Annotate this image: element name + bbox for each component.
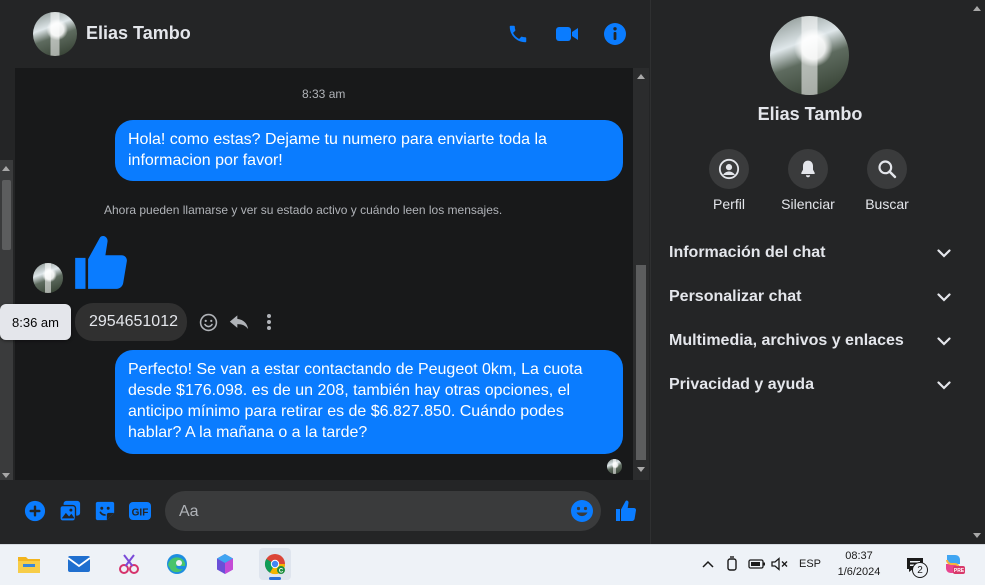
clock-time: 08:37 — [845, 550, 873, 562]
notification-count-badge: 2 — [912, 562, 928, 578]
outer-scrollbar-thumb[interactable] — [2, 180, 11, 250]
plus-icon[interactable] — [23, 499, 47, 523]
section-privacy-help[interactable]: Privacidad y ayuda — [669, 372, 951, 398]
taskbar-clock[interactable]: 08:37 1/6/2024 — [828, 548, 890, 580]
section-title: Privacidad y ayuda — [669, 376, 814, 393]
chevron-down-icon — [937, 380, 951, 390]
chevron-down-icon — [937, 292, 951, 302]
svg-text:GIF: GIF — [132, 508, 149, 519]
edge-browser-icon[interactable] — [161, 548, 193, 580]
profile-icon — [718, 158, 740, 180]
phone-icon[interactable] — [506, 22, 530, 46]
send-like-icon[interactable] — [614, 499, 638, 523]
profile-label: Perfil — [713, 196, 745, 212]
thumbs-up-sticker-icon[interactable] — [70, 232, 132, 294]
volume-muted-icon[interactable] — [770, 552, 790, 576]
scroll-up-arrow-icon[interactable] — [2, 166, 10, 171]
battery-icon[interactable] — [747, 552, 767, 576]
messages-scrollbar-thumb[interactable] — [636, 265, 646, 460]
messages-scroll-down-icon[interactable] — [637, 467, 645, 472]
mute-button[interactable]: Silenciar — [768, 149, 848, 212]
react-emoji-icon[interactable] — [197, 311, 219, 333]
reply-icon[interactable] — [228, 311, 250, 333]
section-title: Multimedia, archivos y enlaces — [669, 332, 904, 349]
mute-label: Silenciar — [781, 196, 835, 212]
language-indicator[interactable]: ESP — [796, 552, 824, 576]
page-scrollbar[interactable] — [970, 0, 985, 544]
emoji-icon[interactable] — [570, 499, 594, 523]
section-customize-chat[interactable]: Personalizar chat — [669, 284, 951, 310]
scroll-down-arrow-icon[interactable] — [2, 473, 10, 478]
chrome-icon[interactable]: C — [259, 548, 291, 580]
page-scroll-up-icon[interactable] — [973, 6, 981, 11]
section-title: Información del chat — [669, 244, 826, 261]
incoming-avatar[interactable] — [33, 263, 63, 293]
notifications-button[interactable]: 2 — [901, 551, 929, 579]
search-button[interactable]: Buscar — [847, 149, 927, 212]
gallery-icon[interactable] — [58, 499, 82, 523]
svg-text:C: C — [279, 569, 284, 575]
profile-button[interactable]: Perfil — [689, 149, 769, 212]
section-media-files-links[interactable]: Multimedia, archivos y enlaces — [669, 328, 951, 354]
show-hidden-icons-chevron-up-icon[interactable] — [700, 552, 716, 576]
incoming-message-bubble[interactable]: 2954651012 — [75, 303, 187, 341]
gif-icon[interactable]: GIF — [128, 499, 152, 523]
info-contact-name: Elias Tambo — [757, 104, 863, 124]
clock-date: 1/6/2024 — [837, 566, 881, 578]
snipping-tool-icon[interactable] — [113, 548, 145, 580]
more-options-icon[interactable] — [258, 311, 280, 333]
chevron-down-icon — [937, 248, 951, 258]
sticker-icon[interactable] — [93, 499, 117, 523]
messages-scroll-up-icon[interactable] — [637, 74, 645, 79]
file-explorer-icon[interactable] — [13, 548, 45, 580]
system-notice: Ahora pueden llamarse y ver su estado ac… — [104, 203, 503, 217]
mail-icon[interactable] — [63, 548, 95, 580]
chevron-down-icon — [937, 336, 951, 346]
bell-icon — [801, 160, 815, 178]
contact-avatar[interactable] — [33, 12, 77, 56]
device-status-icon[interactable] — [723, 552, 741, 576]
message-timestamp: 8:33 am — [302, 87, 346, 101]
info-avatar[interactable] — [770, 16, 849, 95]
contact-name[interactable]: Elias Tambo — [86, 23, 191, 44]
message-input[interactable] — [177, 491, 561, 533]
search-label: Buscar — [865, 196, 909, 212]
copilot-preview-icon[interactable]: PRE — [937, 548, 969, 580]
section-title: Personalizar chat — [669, 288, 802, 305]
page-scroll-down-icon[interactable] — [973, 533, 981, 538]
section-chat-info[interactable]: Información del chat — [669, 240, 951, 266]
time-tooltip: 8:36 am — [0, 304, 71, 340]
outgoing-message-bubble[interactable]: Perfecto! Se van a estar contactando de … — [115, 350, 623, 454]
copilot-app-icon[interactable] — [209, 548, 241, 580]
message-input-container[interactable] — [165, 491, 601, 533]
svg-text:PRE: PRE — [954, 568, 965, 574]
seen-avatar — [607, 459, 622, 474]
outgoing-message-bubble[interactable]: Hola! como estas? Dejame tu numero para … — [115, 120, 623, 181]
search-icon — [878, 160, 897, 179]
video-camera-icon[interactable] — [555, 22, 579, 46]
info-icon[interactable] — [603, 22, 627, 46]
